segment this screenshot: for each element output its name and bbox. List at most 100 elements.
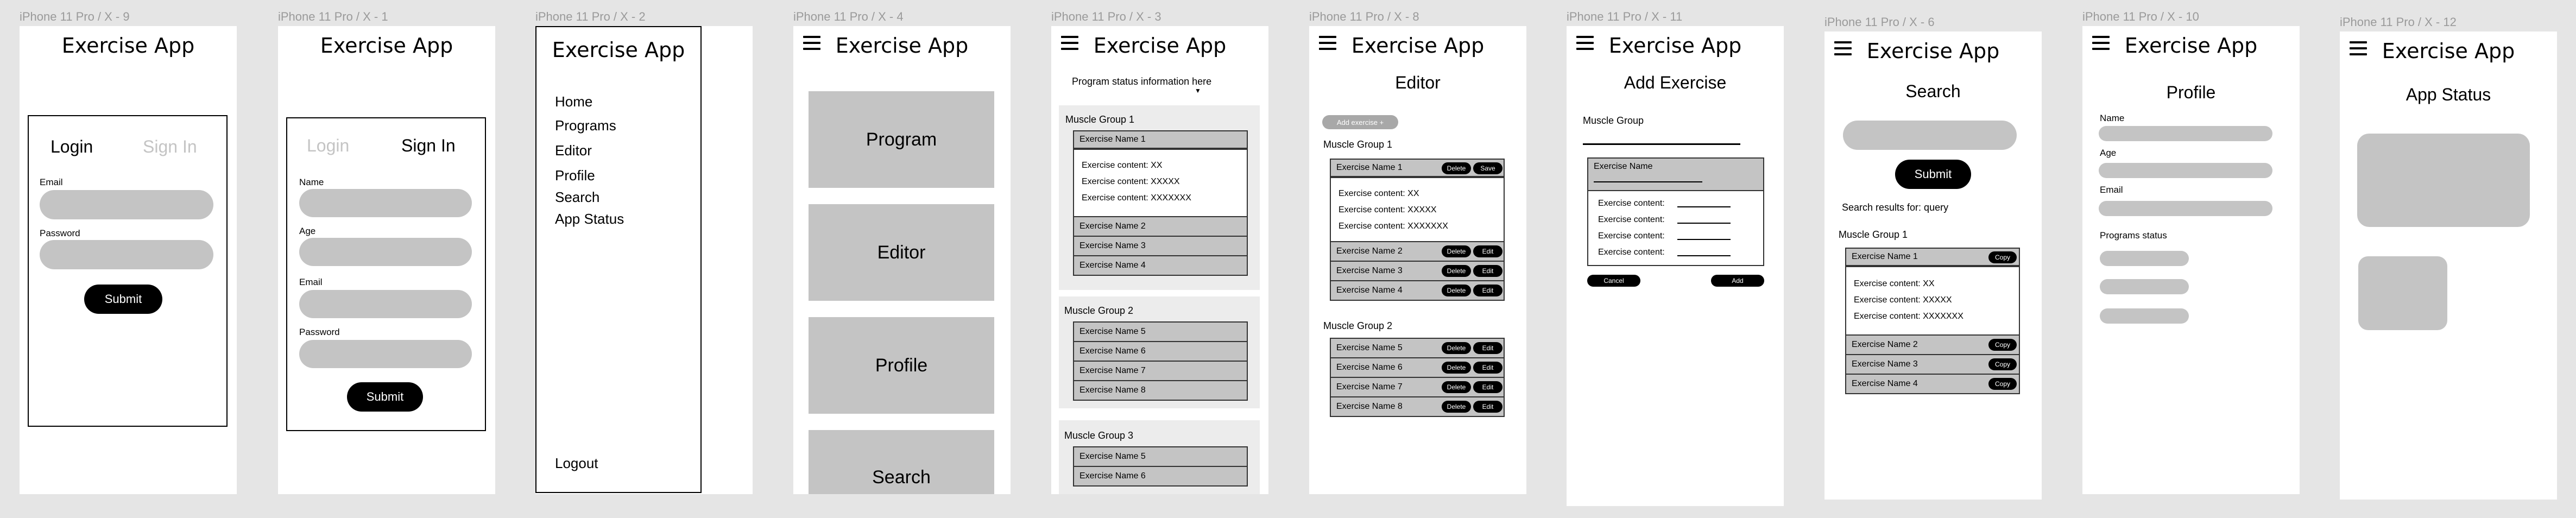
copy-button[interactable]: Copy — [1988, 251, 2017, 263]
password-label: Password — [40, 228, 80, 238]
menu-item-programs[interactable]: Programs — [555, 117, 616, 134]
exercise-row[interactable]: Exercise Name 4 — [1073, 255, 1248, 276]
frame-label: iPhone 11 Pro / X - 8 — [1309, 10, 1419, 23]
exercise-row[interactable]: Exercise Name 5 — [1073, 446, 1248, 467]
age-label: Age — [299, 226, 316, 236]
content-label: Exercise content: — [1598, 231, 1665, 241]
page-title: Search — [1905, 81, 1961, 101]
delete-button[interactable]: Delete — [1442, 342, 1471, 354]
frame-label: iPhone 11 Pro / X - 9 — [20, 10, 130, 23]
exercise-row[interactable]: Exercise Name 6 — [1073, 466, 1248, 487]
app-title: Exercise App — [320, 34, 453, 58]
edit-button[interactable]: Edit — [1473, 265, 1502, 277]
delete-button[interactable]: Delete — [1442, 381, 1471, 393]
program-screen: Exercise App Program status information … — [1051, 26, 1268, 494]
side-drawer: Exercise App Home Programs Editor Profil… — [535, 26, 702, 493]
delete-button[interactable]: Delete — [1442, 362, 1471, 374]
exercise-row[interactable]: Exercise Name 7 — [1073, 361, 1248, 381]
exercise-row[interactable]: Exercise Name 1 — [1073, 130, 1248, 149]
edit-button[interactable]: Edit — [1473, 401, 1502, 413]
age-field[interactable] — [299, 238, 472, 266]
menu-item-editor[interactable]: Editor — [555, 142, 592, 159]
menu-item-app-status[interactable]: App Status — [555, 211, 624, 228]
search-button[interactable]: Search — [809, 430, 994, 494]
signin-screen: Exercise App Login Sign In Name Age Emai… — [278, 26, 495, 494]
cancel-button[interactable]: Cancel — [1587, 275, 1640, 287]
edit-button[interactable]: Edit — [1473, 362, 1502, 374]
search-input[interactable] — [1843, 121, 2017, 150]
app-title: Exercise App — [552, 38, 685, 62]
editor-button[interactable]: Editor — [809, 204, 994, 301]
home-screen: Exercise App Program Editor Profile Sear… — [793, 26, 1011, 494]
tab-login[interactable]: Login — [307, 136, 349, 156]
program-status-text: Program status information here — [1072, 76, 1212, 87]
delete-button[interactable]: Delete — [1442, 265, 1471, 277]
exercise-row[interactable]: Exercise Name 5 — [1073, 321, 1248, 342]
program-button[interactable]: Program — [809, 91, 994, 188]
tab-login[interactable]: Login — [50, 137, 93, 157]
profile-button[interactable]: Profile — [809, 317, 994, 414]
delete-button[interactable]: Delete — [1442, 285, 1471, 296]
muscle-group-title: Muscle Group 1 — [1065, 114, 1135, 125]
submit-button[interactable]: Submit — [1895, 160, 1971, 189]
copy-button[interactable]: Copy — [1988, 358, 2017, 370]
content-line: Exercise content: XX — [1854, 279, 1935, 288]
muscle-group-title: Muscle Group 2 — [1323, 320, 1393, 331]
menu-item-home[interactable]: Home — [555, 93, 592, 110]
exercise-row[interactable]: Exercise Name 6 — [1073, 341, 1248, 362]
caret-down-icon[interactable]: ▼ — [1195, 87, 1201, 94]
content-label: Exercise content: — [1598, 199, 1665, 208]
profile-screen: Exercise App Profile Name Age Email Prog… — [2082, 26, 2300, 494]
name-field[interactable] — [299, 189, 472, 217]
exercise-content-box: Exercise content: Exercise content: Exer… — [1587, 190, 1764, 266]
age-field[interactable] — [2099, 163, 2272, 178]
app-title: Exercise App — [2382, 39, 2515, 63]
program-status-pill — [2100, 279, 2189, 294]
content-field[interactable] — [1677, 239, 1731, 240]
content-field[interactable] — [1677, 223, 1731, 224]
delete-button[interactable]: Delete — [1442, 245, 1471, 257]
email-field[interactable] — [299, 290, 472, 318]
exercise-name-field[interactable] — [1594, 181, 1702, 182]
muscle-group-field[interactable] — [1583, 143, 1740, 145]
muscle-group-title: Muscle Group 3 — [1064, 430, 1134, 441]
page-title: Editor — [1395, 73, 1441, 92]
name-label: Name — [299, 177, 324, 187]
content-field[interactable] — [1677, 206, 1731, 207]
login-card: Login Sign In Email Password Submit — [28, 115, 228, 427]
edit-button[interactable]: Edit — [1473, 342, 1502, 354]
copy-button[interactable]: Copy — [1988, 339, 2017, 351]
edit-button[interactable]: Edit — [1473, 245, 1502, 257]
edit-button[interactable]: Edit — [1473, 381, 1502, 393]
submit-button[interactable]: Submit — [84, 285, 162, 314]
content-line: Exercise content: XXXXX — [1082, 177, 1180, 186]
name-field[interactable] — [2099, 126, 2272, 141]
email-field[interactable] — [40, 190, 213, 219]
password-field[interactable] — [40, 240, 213, 269]
menu-item-search[interactable]: Search — [555, 189, 599, 206]
exercise-name-header: Exercise Name — [1587, 157, 1764, 191]
menu-item-profile[interactable]: Profile — [555, 167, 595, 184]
logout-link[interactable]: Logout — [555, 455, 598, 472]
app-title: Exercise App — [1866, 39, 2000, 63]
delete-button[interactable]: Delete — [1442, 401, 1471, 413]
edit-button[interactable]: Edit — [1473, 285, 1502, 296]
add-exercise-screen: Exercise App Add Exercise Muscle Group E… — [1567, 26, 1784, 506]
submit-button[interactable]: Submit — [347, 382, 423, 412]
exercise-content: Exercise content: XX Exercise content: X… — [1330, 177, 1505, 242]
delete-button[interactable]: Delete — [1442, 162, 1471, 174]
content-field[interactable] — [1677, 255, 1731, 256]
login-screen: Exercise App Login Sign In Email Passwor… — [20, 26, 237, 494]
exercise-row[interactable]: Exercise Name 8 — [1073, 380, 1248, 401]
add-button[interactable]: Add — [1711, 275, 1764, 287]
exercise-row[interactable]: Exercise Name 2 — [1073, 216, 1248, 237]
save-button[interactable]: Save — [1473, 162, 1502, 174]
search-results-text: Search results for: query — [1842, 202, 1949, 213]
add-exercise-button[interactable]: Add exercise + — [1322, 115, 1398, 129]
exercise-row[interactable]: Exercise Name 3 — [1073, 236, 1248, 256]
tab-signin[interactable]: Sign In — [143, 137, 197, 157]
email-field[interactable] — [2099, 201, 2272, 216]
copy-button[interactable]: Copy — [1988, 378, 2017, 390]
tab-signin[interactable]: Sign In — [401, 136, 456, 156]
password-field[interactable] — [299, 340, 472, 368]
